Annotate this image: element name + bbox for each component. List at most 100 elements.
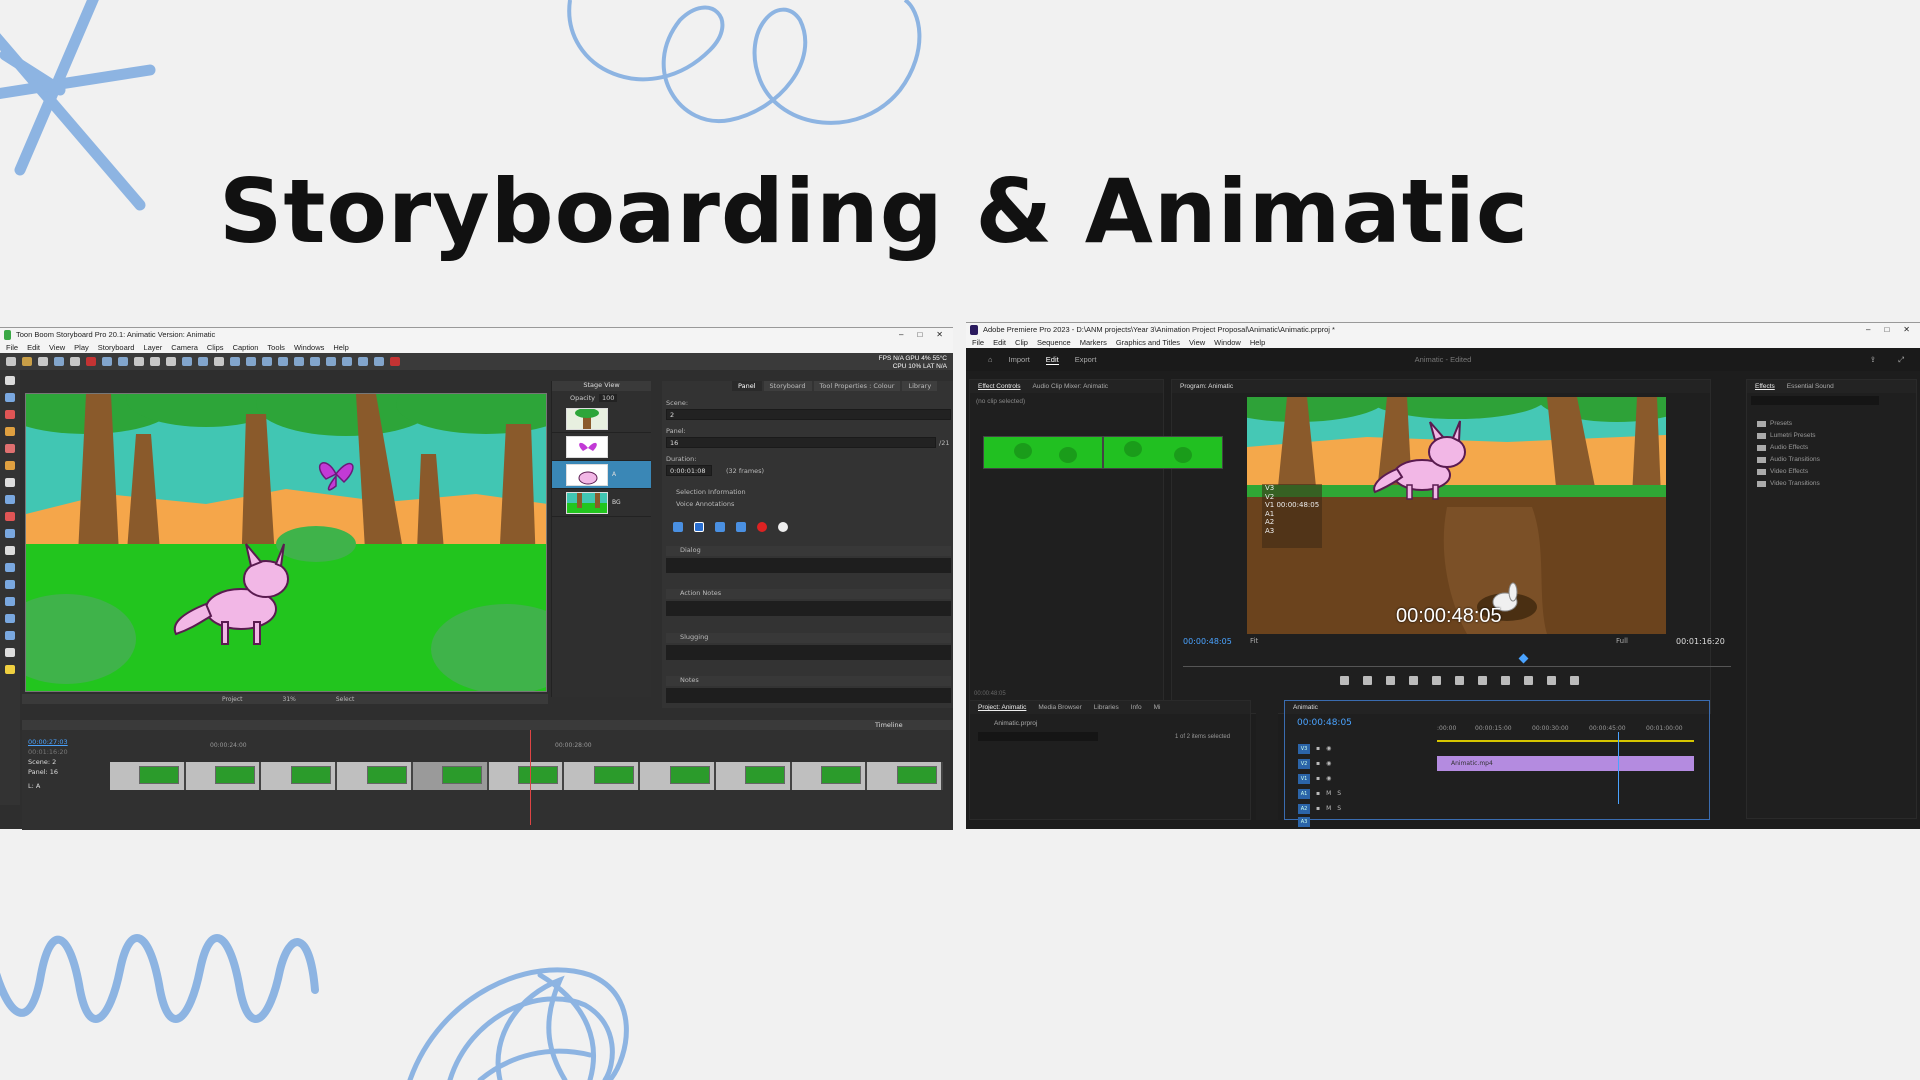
layer-row[interactable] xyxy=(552,433,651,461)
track-header-a3[interactable]: A3 xyxy=(1298,817,1430,827)
record-icon[interactable] xyxy=(757,522,767,532)
menu-clips[interactable]: Clips xyxy=(207,343,224,352)
undo-icon[interactable] xyxy=(102,357,112,366)
pencil-tool-icon[interactable] xyxy=(5,427,15,436)
timeline-clip[interactable] xyxy=(337,762,413,790)
camera-icon[interactable] xyxy=(230,357,240,366)
eraser-tool-icon[interactable] xyxy=(5,444,15,453)
sequence-playhead[interactable] xyxy=(1618,732,1619,804)
effects-folder-lumetri[interactable]: Lumetri Presets xyxy=(1757,432,1816,439)
timeline-clip[interactable] xyxy=(185,762,262,790)
menu-storyboard[interactable]: Storyboard xyxy=(98,343,135,352)
stop-icon[interactable] xyxy=(694,522,704,532)
effects-folder-video-effects[interactable]: Video Effects xyxy=(1757,468,1808,475)
slugging-section-header[interactable]: Slugging xyxy=(666,633,951,643)
mute-icon[interactable]: M xyxy=(1326,790,1331,797)
tab-audio-clip-mixer[interactable]: Audio Clip Mixer: Animatic xyxy=(1033,383,1109,390)
menu-window[interactable]: Window xyxy=(1214,338,1241,347)
rewind-icon[interactable] xyxy=(673,522,683,532)
overwrite-icon[interactable] xyxy=(1547,676,1556,685)
tab-libraries[interactable]: Libraries xyxy=(1094,704,1119,711)
zoom-in-icon[interactable] xyxy=(182,357,192,366)
tab-storyboard[interactable]: Storyboard xyxy=(763,381,812,391)
insert-icon[interactable] xyxy=(1524,676,1533,685)
sequence-work-area[interactable] xyxy=(1437,740,1694,742)
redo-icon[interactable] xyxy=(118,357,128,366)
mark-out-icon[interactable] xyxy=(1386,676,1395,685)
effects-folder-audio-effects[interactable]: Audio Effects xyxy=(1757,444,1808,451)
panel-icon[interactable] xyxy=(166,357,176,366)
monitor-current-timecode[interactable]: 00:00:48:05 xyxy=(1183,637,1232,646)
prev-frame-icon[interactable] xyxy=(310,357,320,366)
solo-icon[interactable]: S xyxy=(1337,805,1341,812)
minimize-icon[interactable]: – xyxy=(1866,325,1870,334)
tab-effect-controls[interactable]: Effect Controls xyxy=(978,383,1021,390)
timeline-clip[interactable] xyxy=(640,762,716,790)
voice-annotations-label[interactable]: Voice Annotations xyxy=(676,500,734,508)
sequence-clip[interactable]: Animatic.mp4 xyxy=(1437,756,1694,771)
timeline-clip[interactable] xyxy=(791,762,868,790)
opacity-field[interactable]: 100 xyxy=(599,394,618,402)
timeline-clip[interactable] xyxy=(715,762,792,790)
tab-effects[interactable]: Effects xyxy=(1755,383,1775,390)
next-frame-icon[interactable] xyxy=(326,357,336,366)
stage-project-label[interactable]: Project xyxy=(222,696,243,703)
minimize-icon[interactable]: – xyxy=(899,330,903,339)
play-icon[interactable] xyxy=(715,522,725,532)
project-item-thumbnail[interactable] xyxy=(1103,436,1223,469)
go-to-out-icon[interactable] xyxy=(1501,676,1510,685)
tab-more[interactable]: Mi xyxy=(1154,704,1161,711)
tab-info[interactable]: Info xyxy=(1131,704,1142,711)
tab-tool-properties[interactable]: Tool Properties : Colour xyxy=(813,381,901,391)
stage-select-label[interactable]: Select xyxy=(336,696,355,703)
lock-icon[interactable]: ▪ xyxy=(1316,745,1320,752)
timeline-clip[interactable] xyxy=(867,762,944,790)
menu-view[interactable]: View xyxy=(1189,338,1205,347)
track-header-v3[interactable]: V3 ▪ ◉ xyxy=(1298,742,1430,755)
menu-caption[interactable]: Caption xyxy=(233,343,259,352)
camera-tool-icon[interactable] xyxy=(5,580,15,589)
action-notes-field[interactable] xyxy=(666,601,951,616)
close-icon[interactable]: ✕ xyxy=(1903,325,1910,334)
timeline-clip[interactable] xyxy=(110,762,186,790)
shape-tool-icon[interactable] xyxy=(5,495,15,504)
stage-view-canvas[interactable] xyxy=(25,393,547,692)
sequence-timecode[interactable]: 00:00:48:05 xyxy=(1297,718,1352,728)
menu-clip[interactable]: Clip xyxy=(1015,338,1028,347)
layer-row[interactable]: BG xyxy=(552,489,651,517)
menu-help[interactable]: Help xyxy=(1250,338,1265,347)
cut-icon[interactable] xyxy=(54,357,64,366)
text-tool-icon[interactable] xyxy=(5,478,15,487)
pencil-icon[interactable] xyxy=(278,357,288,366)
timeline-playhead[interactable] xyxy=(530,730,531,825)
play-icon[interactable] xyxy=(342,357,352,366)
slugging-field[interactable] xyxy=(666,645,951,660)
dialog-field[interactable] xyxy=(666,558,951,573)
save-icon[interactable] xyxy=(38,357,48,366)
copy-icon[interactable] xyxy=(70,357,80,366)
track-header-a2[interactable]: A2 ▪ M S xyxy=(1298,802,1430,815)
notes-field[interactable] xyxy=(666,688,951,703)
tab-project[interactable]: Project: Animatic xyxy=(978,704,1026,711)
marker-icon[interactable] xyxy=(1340,676,1349,685)
delete-tool-icon[interactable] xyxy=(5,648,15,657)
light-tool-icon[interactable] xyxy=(5,665,15,674)
menu-windows[interactable]: Windows xyxy=(294,343,324,352)
eye-icon[interactable]: ◉ xyxy=(1326,760,1331,767)
select-tool-icon[interactable] xyxy=(5,376,15,385)
stage-zoom-label[interactable]: 31% xyxy=(283,696,296,703)
timeline-ruler[interactable]: 00:00:24:00 00:00:28:00 xyxy=(110,734,943,754)
selection-info-label[interactable]: Selection Information xyxy=(676,488,746,496)
menu-markers[interactable]: Markers xyxy=(1080,338,1107,347)
project-item-thumbnail[interactable] xyxy=(983,436,1103,469)
effects-folder-presets[interactable]: Presets xyxy=(1757,420,1792,427)
timeline-clip[interactable] xyxy=(564,762,641,790)
eye-icon[interactable]: ◉ xyxy=(1326,775,1331,782)
brush-icon[interactable] xyxy=(262,357,272,366)
close-icon[interactable]: ✕ xyxy=(936,330,943,339)
maximize-icon[interactable]: □ xyxy=(1884,325,1889,334)
timeline-clip[interactable] xyxy=(412,762,489,790)
pointer-tool-icon[interactable] xyxy=(5,393,15,402)
mute-icon[interactable]: M xyxy=(1326,805,1331,812)
delete-recording-icon[interactable] xyxy=(778,522,788,532)
